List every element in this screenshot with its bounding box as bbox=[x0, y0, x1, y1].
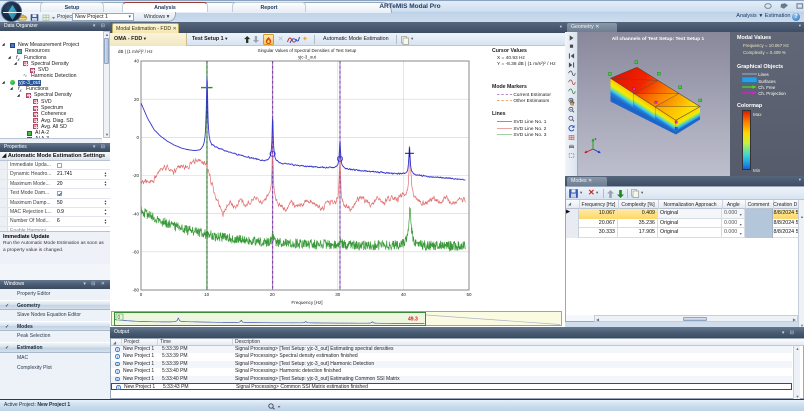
svg-text:dB | (1 m/s²)² / Hz: dB | (1 m/s²)² / Hz bbox=[118, 49, 153, 54]
svg-text:z: z bbox=[595, 136, 597, 141]
svg-text:40: 40 bbox=[134, 59, 140, 64]
svg-text:50: 50 bbox=[466, 292, 472, 297]
svg-text:40: 40 bbox=[401, 292, 407, 297]
svg-text:30: 30 bbox=[335, 292, 341, 297]
svg-text:20: 20 bbox=[270, 292, 276, 297]
svg-text:-80: -80 bbox=[132, 288, 139, 293]
svg-text:10: 10 bbox=[204, 292, 210, 297]
svg-text:yjc-3_out: yjc-3_out bbox=[298, 55, 317, 60]
svg-text:-60: -60 bbox=[132, 250, 139, 255]
svg-text:20: 20 bbox=[134, 97, 140, 102]
svg-text:Frequency [Hz]: Frequency [Hz] bbox=[291, 300, 322, 305]
svg-text:-20: -20 bbox=[132, 173, 139, 178]
svg-text:0: 0 bbox=[118, 315, 121, 321]
svg-text:Singular Values of Spectral De: Singular Values of Spectral Densities of… bbox=[258, 48, 357, 53]
svg-text:-40: -40 bbox=[132, 211, 139, 216]
svg-text:49.3: 49.3 bbox=[408, 317, 418, 323]
svg-text:0: 0 bbox=[136, 135, 139, 140]
svg-text:0: 0 bbox=[140, 292, 143, 297]
